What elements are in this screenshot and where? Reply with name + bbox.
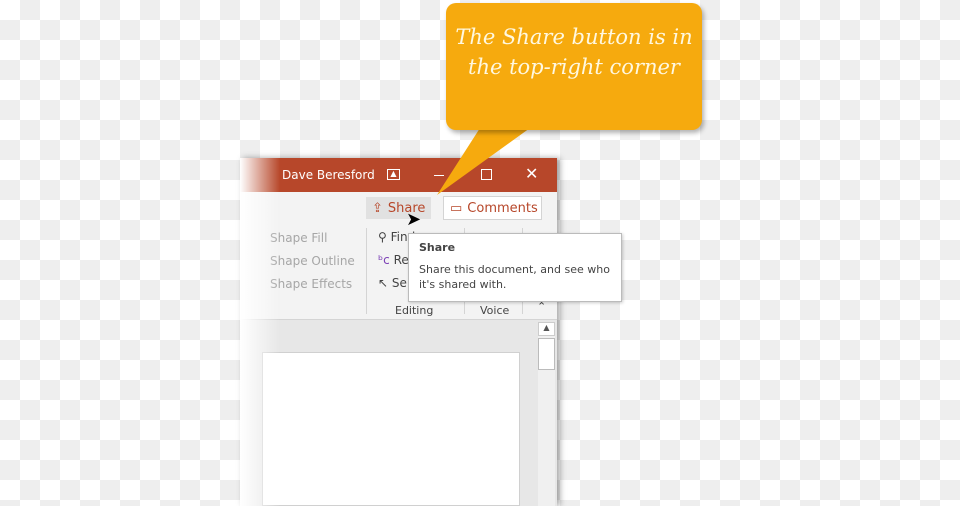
- editing-group-label: Editing: [395, 304, 434, 317]
- vertical-scrollbar[interactable]: ▲: [538, 322, 555, 506]
- user-name[interactable]: Dave Beresford: [282, 168, 375, 182]
- comment-icon: ▭: [450, 200, 463, 216]
- share-icon: ⇪: [372, 200, 383, 216]
- tooltip-body: Share this document, and see who it's sh…: [419, 263, 610, 291]
- mouse-cursor-icon: ➤: [406, 209, 422, 230]
- fade-overlay: [240, 158, 280, 506]
- slide-canvas[interactable]: [262, 352, 520, 506]
- powerpoint-window: Dave Beresford ▲ ✕ ⇪ Share ▭ Comments Shap…: [240, 158, 557, 506]
- voice-group-label: Voice: [480, 304, 510, 317]
- callout-tail: [437, 128, 530, 195]
- scroll-up-icon[interactable]: ▲: [538, 322, 555, 336]
- callout-bubble: The Share button is in the top-right cor…: [446, 3, 702, 130]
- ribbon-display-options-icon[interactable]: ▲: [387, 169, 400, 180]
- scroll-thumb[interactable]: [538, 338, 555, 370]
- shape-outline-button[interactable]: Shape Outline: [270, 254, 355, 268]
- tooltip-title: Share: [419, 241, 456, 254]
- share-tooltip: Share Share this document, and see who i…: [408, 233, 622, 302]
- shape-effects-button[interactable]: Shape Effects: [270, 277, 352, 291]
- separator: [366, 228, 367, 314]
- share-button[interactable]: ⇪ Share: [366, 197, 432, 219]
- comments-label: Comments: [467, 200, 538, 216]
